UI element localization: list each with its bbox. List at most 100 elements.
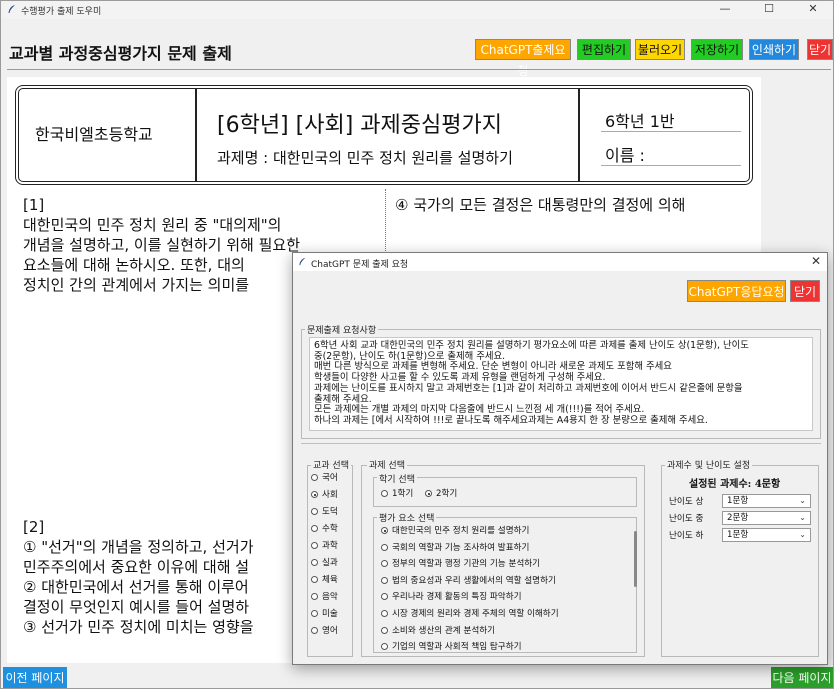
chatgpt-request-dialog: ChatGPT 문제 출제 요청 ✕ ChatGPT응답요청 닫기 문제출제 요… — [292, 252, 828, 665]
difficulty-row-label: 난이도 중 — [669, 514, 704, 524]
dialog-title-bar: ChatGPT 문제 출제 요청 ✕ — [293, 253, 827, 271]
grade-underline — [601, 131, 741, 132]
radio-dot-icon — [381, 527, 388, 534]
radio-dot-icon — [381, 576, 388, 584]
subject-radio-label: 음악 — [322, 592, 338, 602]
radio-dot-icon — [381, 610, 388, 617]
radio-dot-icon — [311, 542, 318, 549]
question-1: [1] 대한민국의 민주 정치 원리 중 "대의제"의 개념을 설명하고, 이를… — [23, 196, 301, 294]
eval-radio[interactable]: 시장 경제의 원리와 경제 주체의 역할 이해하기 — [381, 607, 559, 621]
eval-radio[interactable]: 대한민국의 민주 정치 원리를 설명하기 — [381, 524, 529, 538]
difficulty-select-value: 1문항 — [727, 530, 749, 540]
difficulty-label: 과제수 및 난이도 설정 — [665, 458, 753, 471]
eval-radio-label: 기업의 역할과 사회적 책임 탐구하기 — [392, 642, 522, 651]
eval-radio-label: 법의 중요성과 우리 생활에서의 역할 설명하기 — [392, 575, 556, 586]
subject-label: 교과 선택 — [311, 458, 351, 471]
request-textarea[interactable]: 6학년 사회 교과 대한민국의 민주 정치 원리를 설명하기 평가요소에 따른 … — [309, 337, 813, 431]
difficulty-select-value: 2문항 — [727, 513, 749, 523]
header-divider-2 — [578, 89, 580, 181]
load-button[interactable]: 불러오기 — [635, 39, 685, 60]
semester-radio-label: 1학기 — [392, 489, 414, 499]
radio-dot-icon — [381, 490, 388, 497]
subject-radio[interactable]: 수학 — [311, 522, 338, 536]
prev-page-button[interactable]: 이전 페이지 — [3, 667, 67, 688]
save-button[interactable]: 저장하기 — [691, 39, 743, 60]
semester-radio-label: 2학기 — [436, 489, 458, 499]
close-button[interactable]: 닫기 — [807, 39, 833, 60]
close-window-button[interactable]: ✕ — [791, 1, 833, 19]
radio-dot-icon — [311, 610, 318, 617]
subject-radio[interactable]: 도덕 — [311, 505, 338, 519]
subject-radio-label: 체육 — [322, 575, 338, 585]
radio-dot-icon — [311, 559, 318, 566]
school-name: 한국비엘초등학교 — [35, 125, 153, 144]
eval-radio-label: 시장 경제의 원리와 경제 주체의 역할 이해하기 — [392, 609, 559, 619]
subject-radio[interactable]: 영어 — [311, 624, 338, 638]
feather-icon — [8, 5, 15, 13]
print-button[interactable]: 인쇄하기 — [749, 39, 799, 60]
window-title: 수행평가 출제 도우미 — [21, 7, 102, 17]
eval-radio-list: 대한민국의 민주 정치 원리를 설명하기국회의 역할과 기능 조사하여 발표하기… — [377, 521, 627, 651]
radio-dot-icon — [381, 560, 388, 568]
subject-radio[interactable]: 미술 — [311, 607, 338, 621]
subject-radio[interactable]: 음악 — [311, 590, 338, 604]
subject-radio[interactable]: 국어 — [311, 471, 338, 485]
next-page-button[interactable]: 다음 페이지 — [771, 667, 833, 688]
subject-radio-label: 도덕 — [322, 507, 338, 517]
semester-radio[interactable]: 1학기 — [381, 487, 413, 501]
eval-radio[interactable]: 국회의 역할과 기능 조사하여 발표하기 — [381, 541, 529, 555]
chevron-down-icon: ⌄ — [799, 496, 806, 505]
minimize-button[interactable]: — — [703, 1, 747, 19]
radio-dot-icon — [311, 525, 318, 532]
eval-radio[interactable]: 우리나라 경제 활동의 특징 파악하기 — [381, 590, 522, 604]
edit-button[interactable]: 편집하기 — [577, 39, 631, 60]
eval-radio-label: 소비와 생산의 관계 분석하기 — [392, 625, 496, 636]
task-select-label: 과제 선택 — [367, 458, 407, 471]
grade-class: 6학년 1반 — [605, 112, 675, 131]
subject-radio-label: 사회 — [322, 490, 338, 500]
subject-radio-label: 수학 — [322, 524, 338, 534]
subject-radio[interactable]: 사회 — [311, 488, 338, 502]
task-name: 과제명 : 대한민국의 민주 정치 원리를 설명하기 — [217, 149, 513, 167]
name-underline — [601, 165, 741, 166]
subject-radio[interactable]: 체육 — [311, 573, 338, 587]
radio-dot-icon — [311, 508, 318, 515]
subject-radio[interactable]: 실과 — [311, 556, 338, 570]
difficulty-select[interactable]: 2문항 ⌄ — [722, 511, 811, 525]
eval-radio-label: 우리나라 경제 활동의 특징 파악하기 — [392, 592, 522, 603]
header-divider-1 — [195, 89, 197, 181]
title-bar: 수행평가 출제 도우미 — ☐ ✕ — [1, 1, 833, 19]
radio-dot-icon — [311, 491, 318, 498]
semester-radio[interactable]: 2학기 — [425, 487, 457, 501]
maximize-button[interactable]: ☐ — [747, 1, 791, 19]
eval-scrollbar[interactable] — [634, 531, 637, 587]
difficulty-select[interactable]: 1문항 ⌄ — [722, 494, 811, 508]
subject-radio-label: 국어 — [322, 473, 338, 483]
total-tasks: 설정된 과제수: 4문항 — [689, 479, 781, 490]
eval-radio[interactable]: 소비와 생산의 관계 분석하기 — [381, 624, 495, 638]
difficulty-select[interactable]: 1문항 ⌄ — [722, 528, 811, 542]
doc-title: [6학년] [사회] 과제중심평가지 — [217, 113, 502, 138]
difficulty-row-label: 난이도 상 — [669, 497, 704, 507]
radio-dot-icon — [381, 626, 388, 634]
name-label: 이름 : — [605, 146, 645, 165]
question-1-option-4: ④ 국가의 모든 결정은 대통령만의 결정에 의해 — [395, 196, 686, 214]
chevron-down-icon: ⌄ — [799, 530, 806, 539]
dialog-close-icon[interactable]: ✕ — [811, 254, 821, 268]
chatgpt-request-button[interactable]: ChatGPT출제요청 — [475, 39, 571, 78]
request-label: 문제출제 요청사항 — [305, 323, 379, 336]
radio-dot-icon — [311, 576, 318, 583]
eval-radio-label: 대한민국의 민주 정치 원리를 설명하기 — [392, 526, 530, 536]
eval-radio[interactable]: 정부의 역할과 행정 기관의 기능 분석하기 — [381, 557, 540, 571]
eval-radio-label: 국회의 역할과 기능 조사하여 발표하기 — [392, 542, 530, 553]
eval-radio[interactable]: 기업의 역할과 사회적 책임 탐구하기 — [381, 640, 522, 651]
eval-radio[interactable]: 법의 중요성과 우리 생활에서의 역할 설명하기 — [381, 574, 556, 588]
radio-dot-icon — [311, 627, 318, 634]
chatgpt-response-button[interactable]: ChatGPT응답요청 — [687, 280, 786, 302]
subject-radio[interactable]: 과학 — [311, 539, 338, 553]
radio-dot-icon — [381, 643, 388, 651]
dialog-close-button[interactable]: 닫기 — [790, 280, 820, 302]
page-title: 교과별 과정중심평가지 문제 출제 — [9, 44, 232, 63]
dialog-divider — [301, 443, 821, 444]
feather-icon — [299, 257, 306, 266]
